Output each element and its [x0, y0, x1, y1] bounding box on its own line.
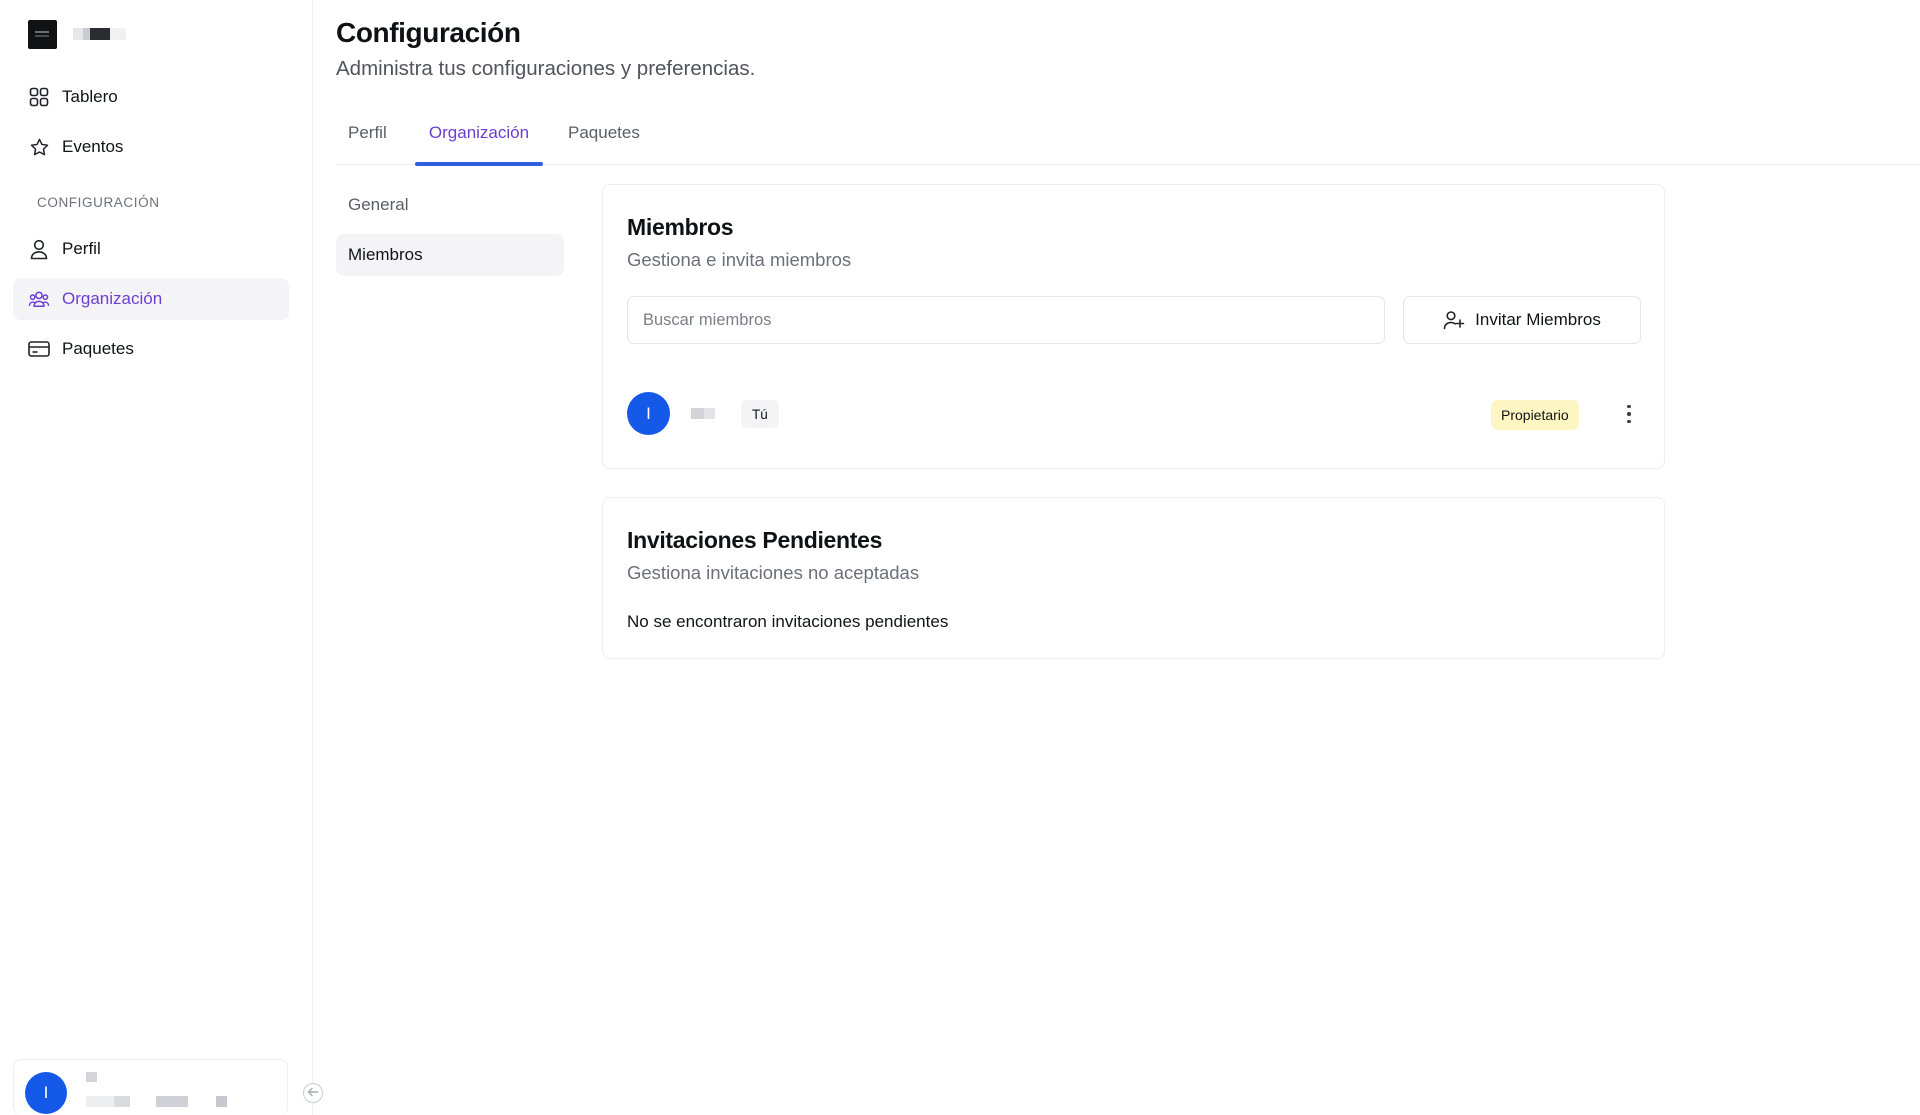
invite-members-label: Invitar Miembros	[1475, 310, 1601, 329]
members-card-description: Gestiona e invita miembros	[627, 249, 852, 270]
user-plus-icon	[1443, 309, 1465, 331]
arrow-left-icon	[307, 1084, 319, 1102]
sidebar-item-eventos[interactable]: Eventos	[13, 126, 289, 168]
sidebar-item-label: Paquetes	[62, 339, 134, 358]
sidebar-item-label: Organización	[62, 289, 163, 308]
user-email-redacted	[216, 1096, 227, 1107]
brand-name-redacted	[73, 28, 126, 40]
user-menu[interactable]: I	[13, 1059, 288, 1115]
collapse-sidebar-button[interactable]	[303, 1083, 323, 1103]
invite-members-button[interactable]: Invitar Miembros	[1403, 296, 1641, 344]
star-icon	[28, 136, 50, 158]
user-icon	[28, 238, 50, 260]
empty-state-text: No se encontraron invitaciones pendiente…	[627, 612, 949, 631]
settings-tabs: Perfil Organización Paquetes	[336, 115, 1920, 166]
user-name-redacted	[86, 1072, 97, 1082]
role-badge-owner: Propietario	[1491, 400, 1579, 430]
sidebar-item-paquetes[interactable]: Paquetes	[13, 328, 289, 370]
member-avatar: I	[627, 392, 670, 435]
subnav-item-miembros[interactable]: Miembros	[336, 234, 564, 276]
page-title: Configuración	[336, 17, 521, 48]
tab-label: Perfil	[348, 123, 387, 142]
subnav-label: Miembros	[348, 245, 423, 264]
page-subtitle: Administra tus configuraciones y prefere…	[336, 57, 756, 80]
sidebar-item-label: Perfil	[62, 239, 101, 258]
users-icon	[28, 288, 50, 310]
sidebar: Tablero Eventos CONFIGURACIÓN Perfil Org…	[0, 0, 313, 1115]
sidebar-item-perfil[interactable]: Perfil	[13, 228, 289, 270]
member-row: I Tú Propietario	[627, 392, 1643, 436]
avatar: I	[25, 1072, 67, 1114]
brand-logo	[28, 19, 57, 49]
sidebar-item-tablero[interactable]: Tablero	[13, 76, 289, 118]
subnav-item-general[interactable]: General	[336, 184, 564, 226]
sidebar-item-label: Eventos	[62, 137, 124, 156]
credit-card-icon	[28, 338, 50, 360]
sidebar-item-label: Tablero	[62, 87, 118, 106]
tab-organizacion[interactable]: Organización	[415, 115, 543, 166]
user-email-redacted	[114, 1096, 130, 1107]
members-card-title: Miembros	[627, 214, 734, 240]
tab-paquetes[interactable]: Paquetes	[568, 115, 648, 165]
section-label-configuracion: CONFIGURACIÓN	[37, 195, 160, 210]
user-email-redacted	[156, 1096, 188, 1107]
member-name-redacted	[704, 408, 715, 419]
tab-label: Organización	[428, 123, 530, 142]
sidebar-item-organizacion[interactable]: Organización	[13, 278, 289, 320]
pending-invitations-card: Invitaciones Pendientes Gestiona invitac…	[602, 497, 1665, 659]
more-vertical-icon	[1627, 404, 1631, 424]
member-name-redacted	[691, 408, 704, 419]
pending-invitations-description: Gestiona invitaciones no aceptadas	[627, 562, 920, 583]
tab-label: Paquetes	[568, 123, 640, 142]
grid-icon	[28, 86, 50, 108]
pending-invitations-title: Invitaciones Pendientes	[627, 527, 883, 553]
you-badge: Tú	[741, 400, 779, 428]
search-members-input[interactable]	[627, 296, 1385, 344]
tab-perfil[interactable]: Perfil	[348, 115, 396, 165]
members-card: Miembros Gestiona e invita miembros Invi…	[602, 184, 1665, 469]
user-email-redacted	[86, 1096, 114, 1107]
brand[interactable]	[28, 19, 126, 49]
member-actions-button[interactable]	[1617, 398, 1641, 430]
subnav-label: General	[348, 195, 409, 214]
